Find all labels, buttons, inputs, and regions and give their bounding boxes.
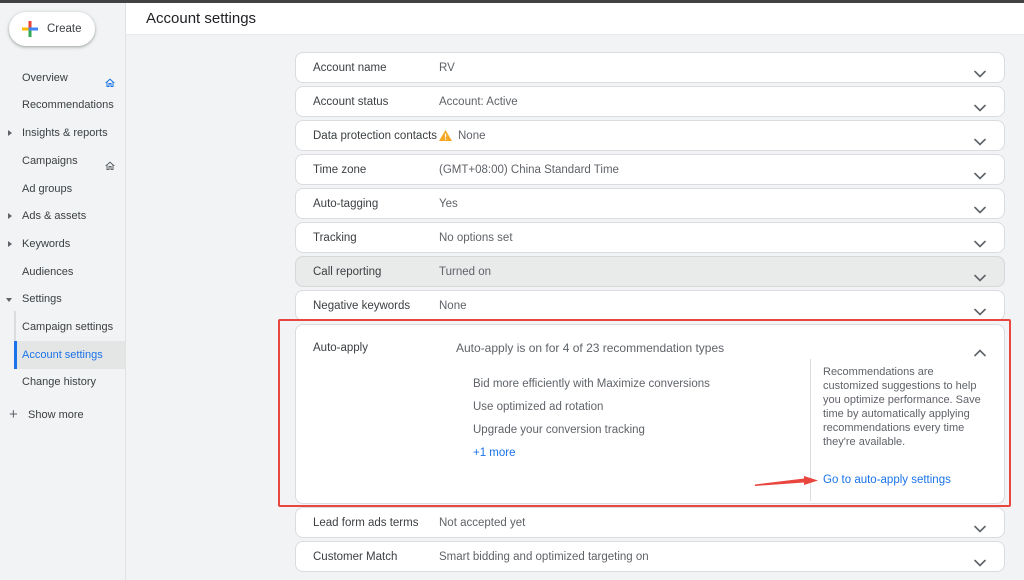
sidebar-item-label: Insights & reports bbox=[22, 127, 108, 139]
row-label: Data protection contacts bbox=[296, 130, 439, 142]
sidebar-item-ads-assets[interactable]: Ads & assets bbox=[0, 202, 125, 230]
chevron-down-icon[interactable] bbox=[974, 133, 986, 151]
row-label: Auto-tagging bbox=[296, 198, 439, 210]
row-negative-keywords[interactable]: Negative keywords None bbox=[295, 290, 1005, 321]
sidebar-item-label: Settings bbox=[22, 293, 62, 305]
row-label: Customer Match bbox=[296, 551, 439, 563]
row-label: Account name bbox=[296, 62, 439, 74]
chevron-down-icon[interactable] bbox=[974, 167, 986, 185]
auto-apply-item: Upgrade your conversion tracking bbox=[473, 423, 645, 437]
settings-accordion: Account name RV Account status Account: … bbox=[295, 52, 1005, 575]
auto-apply-item: Use optimized ad rotation bbox=[473, 400, 603, 414]
row-label: Account status bbox=[296, 96, 439, 108]
row-data-protection-contacts[interactable]: Data protection contacts None bbox=[295, 120, 1005, 151]
expand-down-icon bbox=[6, 298, 12, 302]
row-value: No options set bbox=[439, 232, 513, 244]
row-value: None bbox=[439, 130, 486, 142]
create-button[interactable]: Create bbox=[9, 12, 95, 46]
row-customer-match[interactable]: Customer Match Smart bidding and optimiz… bbox=[295, 541, 1005, 572]
chevron-down-icon[interactable] bbox=[974, 235, 986, 253]
chevron-down-icon[interactable] bbox=[974, 65, 986, 83]
auto-apply-item: Bid more efficiently with Maximize conve… bbox=[473, 377, 710, 391]
vertical-divider bbox=[810, 359, 811, 501]
page-title: Account settings bbox=[126, 3, 1024, 35]
sidebar-item-campaigns[interactable]: Campaigns bbox=[0, 147, 125, 175]
row-value: Yes bbox=[439, 198, 458, 210]
sidebar-item-label: Ads & assets bbox=[22, 210, 86, 222]
row-label: Auto-apply bbox=[313, 342, 368, 354]
sidebar-item-overview[interactable]: Overview bbox=[0, 64, 125, 92]
row-account-name[interactable]: Account name RV bbox=[295, 52, 1005, 83]
sidebar-item-label: Account settings bbox=[22, 349, 103, 361]
row-lead-form-ads-terms[interactable]: Lead form ads terms Not accepted yet bbox=[295, 507, 1005, 538]
plus-icon: + bbox=[9, 401, 18, 429]
create-plus-icon bbox=[22, 21, 38, 37]
more-items-link[interactable]: +1 more bbox=[473, 447, 516, 459]
sidebar: Create Overview Recommendations Insights… bbox=[0, 3, 126, 580]
page-header: Account settings bbox=[126, 3, 1024, 35]
chevron-down-icon[interactable] bbox=[974, 520, 986, 538]
sidebar-item-label: Audiences bbox=[22, 266, 73, 278]
sidebar-item-campaign-settings[interactable]: Campaign settings bbox=[0, 313, 125, 341]
sidebar-item-label: Keywords bbox=[22, 238, 70, 250]
row-value: None bbox=[439, 300, 467, 312]
auto-apply-summary: Auto-apply is on for 4 of 23 recommendat… bbox=[456, 341, 724, 355]
sidebar-item-change-history[interactable]: Change history bbox=[0, 368, 125, 396]
sidebar-item-account-settings[interactable]: Account settings bbox=[14, 341, 125, 369]
sidebar-item-recommendations[interactable]: Recommendations bbox=[0, 91, 125, 119]
sidebar-item-keywords[interactable]: Keywords bbox=[0, 230, 125, 258]
row-time-zone[interactable]: Time zone (GMT+08:00) China Standard Tim… bbox=[295, 154, 1005, 185]
row-label: Negative keywords bbox=[296, 300, 439, 312]
sidebar-item-label: Overview bbox=[22, 72, 68, 84]
row-value: Account: Active bbox=[439, 96, 518, 108]
row-call-reporting[interactable]: Call reporting Turned on bbox=[295, 256, 1005, 287]
sidebar-item-label: Recommendations bbox=[22, 99, 114, 111]
chevron-down-icon[interactable] bbox=[974, 201, 986, 219]
sidebar-item-label: Campaign settings bbox=[22, 321, 113, 333]
expand-right-icon bbox=[8, 130, 12, 136]
expand-right-icon bbox=[8, 241, 12, 247]
row-value: (GMT+08:00) China Standard Time bbox=[439, 164, 619, 176]
row-label: Lead form ads terms bbox=[296, 517, 439, 529]
chevron-down-icon[interactable] bbox=[974, 269, 986, 287]
row-label: Tracking bbox=[296, 232, 439, 244]
row-label: Call reporting bbox=[296, 266, 439, 278]
row-tracking[interactable]: Tracking No options set bbox=[295, 222, 1005, 253]
chevron-down-icon[interactable] bbox=[974, 99, 986, 117]
chevron-down-icon[interactable] bbox=[974, 303, 986, 321]
row-value: Turned on bbox=[439, 266, 491, 278]
top-edge-strip bbox=[0, 0, 1024, 3]
row-value: Smart bidding and optimized targeting on bbox=[439, 551, 649, 563]
chevron-down-icon[interactable] bbox=[974, 554, 986, 572]
row-label: Time zone bbox=[296, 164, 439, 176]
row-auto-tagging[interactable]: Auto-tagging Yes bbox=[295, 188, 1005, 219]
warning-icon bbox=[439, 130, 452, 141]
row-value: RV bbox=[439, 62, 455, 74]
show-more-button[interactable]: + Show more bbox=[0, 401, 125, 429]
row-auto-apply-expanded[interactable]: Auto-apply Auto-apply is on for 4 of 23 … bbox=[295, 324, 1005, 504]
sidebar-item-label: Change history bbox=[22, 376, 96, 388]
expand-right-icon bbox=[8, 213, 12, 219]
sidebar-item-label: Ad groups bbox=[22, 183, 72, 195]
sidebar-item-audiences[interactable]: Audiences bbox=[0, 258, 125, 286]
sidebar-item-label: Campaigns bbox=[22, 155, 78, 167]
sidebar-item-ad-groups[interactable]: Ad groups bbox=[0, 175, 125, 203]
create-button-label: Create bbox=[47, 23, 82, 35]
row-account-status[interactable]: Account status Account: Active bbox=[295, 86, 1005, 117]
auto-apply-description: Recommendations are customized suggestio… bbox=[823, 365, 989, 449]
row-value: Not accepted yet bbox=[439, 517, 525, 529]
chevron-up-icon[interactable] bbox=[974, 344, 986, 362]
sidebar-item-insights-reports[interactable]: Insights & reports bbox=[0, 119, 125, 147]
go-to-auto-apply-settings-link[interactable]: Go to auto-apply settings bbox=[823, 474, 951, 486]
sidebar-item-settings[interactable]: Settings bbox=[0, 285, 125, 313]
